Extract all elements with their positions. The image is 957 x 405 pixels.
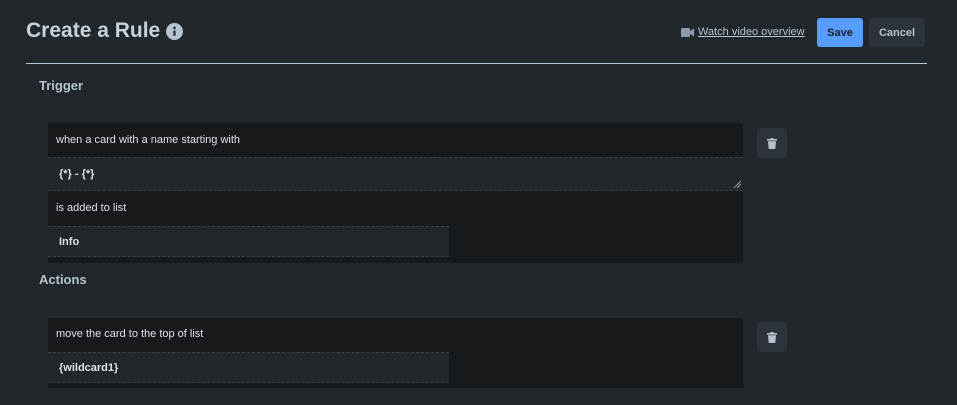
save-button[interactable]: Save: [817, 18, 863, 47]
delete-trigger-button[interactable]: [757, 128, 787, 158]
watch-video-label: Watch video overview: [698, 26, 805, 38]
trigger-line-added-to-list: is added to list: [56, 202, 127, 214]
video-camera-icon: [681, 27, 694, 37]
trash-icon: [767, 137, 777, 149]
trigger-card: when a card with a name starting with {*…: [48, 123, 743, 263]
info-icon[interactable]: [166, 22, 184, 40]
watch-video-link[interactable]: Watch video overview: [681, 26, 805, 38]
resize-grip-icon[interactable]: [733, 180, 741, 188]
actions-section-label: Actions: [39, 272, 87, 287]
trigger-list-field[interactable]: Info: [48, 226, 449, 257]
trigger-list-value: Info: [59, 236, 80, 248]
header-divider: [26, 63, 927, 64]
cancel-button[interactable]: Cancel: [869, 18, 925, 47]
action-list-value: {wildcard1}: [59, 362, 119, 374]
page-title: Create a Rule: [26, 19, 184, 43]
trash-icon: [767, 331, 777, 343]
card-name-value: {*} - {*}: [59, 168, 95, 180]
page-title-text: Create a Rule: [26, 19, 161, 42]
trigger-line-name-starting: when a card with a name starting with: [56, 134, 241, 146]
trigger-section-label: Trigger: [39, 78, 84, 93]
create-rule-page: Create a Rule Watch video overview Save …: [0, 0, 957, 405]
delete-action-button[interactable]: [757, 322, 787, 352]
action-list-field[interactable]: {wildcard1}: [48, 352, 449, 383]
action-card: move the card to the top of list {wildca…: [48, 318, 743, 388]
action-line-move-card: move the card to the top of list: [56, 328, 204, 340]
card-name-textarea[interactable]: {*} - {*}: [48, 157, 743, 191]
